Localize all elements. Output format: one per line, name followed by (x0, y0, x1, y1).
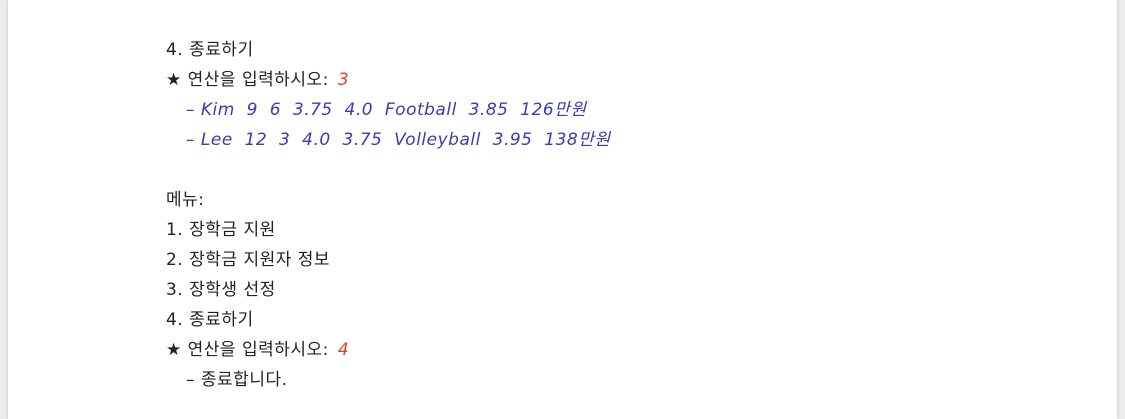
result-line: – Kim 9 6 3.75 4.0 Football 3.85 126만원 (186, 100, 587, 120)
menu-item-applicant-info: 2. 장학금 지원자 정보 (166, 250, 331, 270)
operation-prompt: ★ 연산을 입력하시오: 3 (166, 65, 611, 95)
menu-item-exit: 4. 종료하기 (166, 40, 254, 60)
prompt-label: ★ 연산을 입력하시오: (166, 340, 329, 360)
menu-item-scholar-selection: 3. 장학생 선정 (166, 280, 276, 300)
operation-prompt: ★ 연산을 입력하시오: 4 (166, 335, 611, 365)
result-line: – Lee 12 3 4.0 3.75 Volleyball 3.95 138만… (186, 130, 611, 150)
prompt-input-value: 4 (337, 340, 350, 360)
console-output: 4. 종료하기 ★ 연산을 입력하시오: 3 – Kim 9 6 3.75 4.0… (166, 35, 611, 395)
prompt-label: ★ 연산을 입력하시오: (166, 70, 329, 90)
menu-item-scholarship-apply: 1. 장학금 지원 (166, 220, 276, 240)
menu-title: 메뉴: (166, 190, 205, 210)
prompt-input-value: 3 (337, 70, 350, 90)
document-page: 4. 종료하기 ★ 연산을 입력하시오: 3 – Kim 9 6 3.75 4.0… (8, 0, 1117, 419)
menu-item-exit: 4. 종료하기 (166, 310, 254, 330)
exit-message: – 종료합니다. (186, 370, 288, 390)
